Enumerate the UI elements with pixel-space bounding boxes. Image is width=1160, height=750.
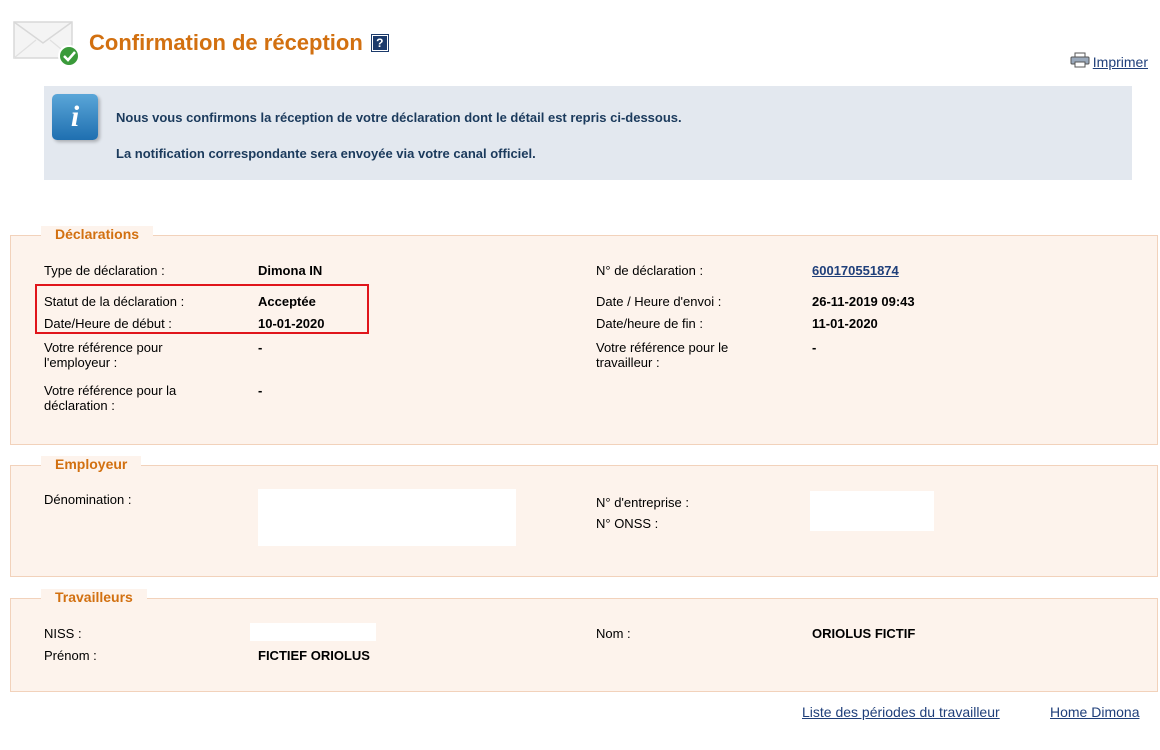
print-link[interactable]: Imprimer — [1070, 52, 1148, 71]
denomination-redacted — [258, 489, 516, 546]
info-message-box — [44, 86, 1132, 180]
home-dimona-link[interactable]: Home Dimona — [1050, 704, 1139, 720]
info-message-line-2: La notification correspondante sera envo… — [116, 146, 536, 161]
print-label[interactable]: Imprimer — [1093, 54, 1148, 70]
nom-label: Nom : — [596, 626, 631, 641]
envoi-label: Date / Heure d'envoi : — [596, 294, 722, 309]
page-title: Confirmation de réception ? — [89, 30, 389, 56]
type-declaration-label: Type de déclaration : — [44, 263, 165, 278]
employeur-legend: Employeur — [41, 456, 142, 472]
ref-declaration-value: - — [258, 383, 263, 398]
ref-employeur-value: - — [258, 340, 263, 355]
page-title-text: Confirmation de réception — [89, 30, 363, 55]
prenom-label: Prénom : — [44, 648, 97, 663]
niss-redacted — [250, 623, 376, 641]
travailleurs-legend: Travailleurs — [41, 589, 147, 605]
entreprise-redacted — [810, 491, 934, 531]
ref-employeur-label: Votre référence pour l'employeur : — [44, 340, 163, 370]
numero-declaration-link[interactable]: 600170551874 — [812, 263, 899, 278]
periodes-travailleur-link[interactable]: Liste des périodes du travailleur — [802, 704, 1000, 720]
fin-value: 11-01-2020 — [812, 316, 878, 331]
declarations-legend: Déclarations — [41, 226, 154, 242]
ref-travailleur-label: Votre référence pour le travailleur : — [596, 340, 729, 370]
nom-value: ORIOLUS FICTIF — [812, 626, 916, 641]
numero-declaration-label: N° de déclaration : — [596, 263, 704, 278]
info-message-line-1: Nous vous confirmons la réception de vot… — [116, 110, 682, 125]
travailleurs-section: Travailleurs — [10, 589, 1158, 692]
type-declaration-value: Dimona IN — [258, 263, 323, 278]
onss-label: N° ONSS : — [596, 516, 659, 531]
envoi-value: 26-11-2019 09:43 — [812, 294, 915, 309]
info-icon: i — [52, 94, 98, 140]
employeur-section: Employeur — [10, 456, 1158, 577]
help-icon[interactable]: ? — [370, 34, 389, 52]
envelope-check-icon — [12, 18, 82, 70]
printer-icon — [1070, 52, 1090, 71]
ref-travailleur-value: - — [812, 340, 817, 355]
prenom-value: FICTIEF ORIOLUS — [258, 648, 370, 663]
highlight-annotation-box — [35, 284, 369, 334]
entreprise-label: N° d'entreprise : — [596, 495, 689, 510]
ref-declaration-label: Votre référence pour la déclaration : — [44, 383, 177, 413]
niss-label: NISS : — [44, 626, 82, 641]
denomination-label: Dénomination : — [44, 492, 132, 507]
fin-label: Date/heure de fin : — [596, 316, 703, 331]
